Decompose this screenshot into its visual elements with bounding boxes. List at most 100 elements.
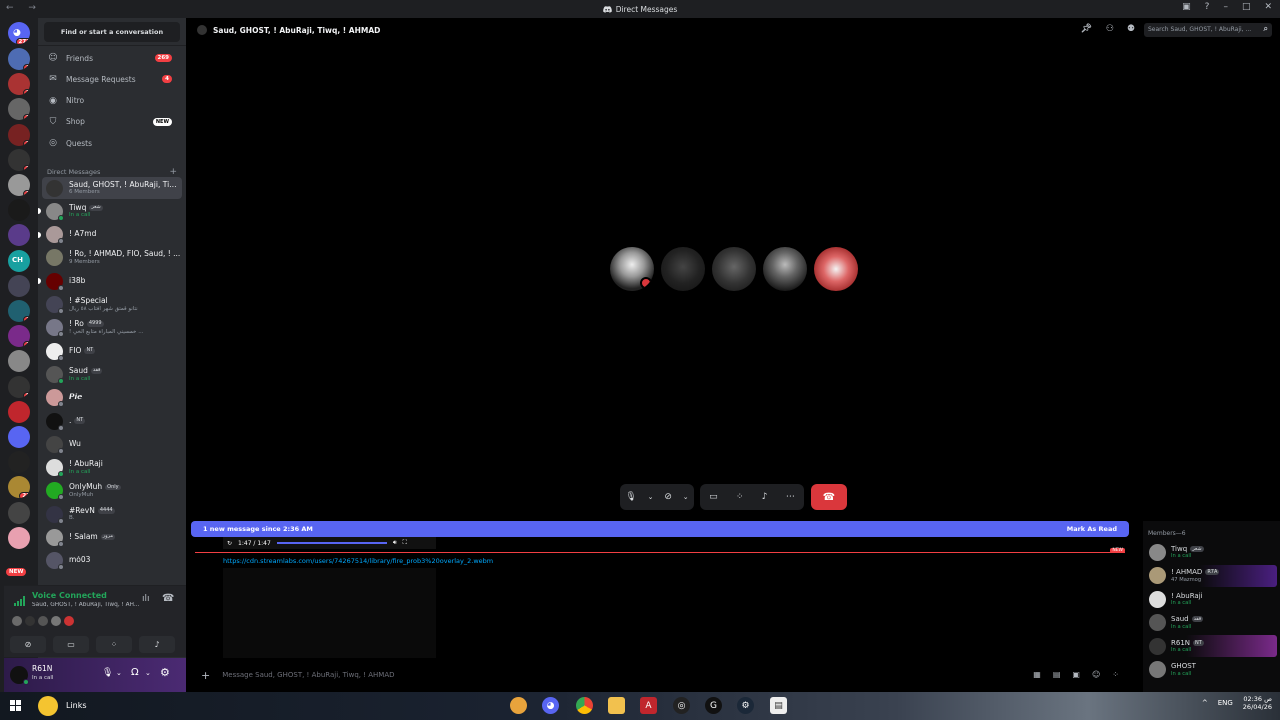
language-indicator[interactable]: ENG <box>1218 699 1233 707</box>
camera-off-icon[interactable]: ⊘ <box>664 492 672 502</box>
call-participant-avatar[interactable] <box>661 247 705 291</box>
app-icon[interactable]: A <box>640 697 657 714</box>
server-icon[interactable]: 3 <box>8 73 30 96</box>
member-item[interactable]: Tiwq شعر In a call <box>1147 541 1277 563</box>
fullscreen-icon[interactable]: ⛶ <box>403 539 407 547</box>
gift-icon[interactable]: ▦ <box>1033 670 1041 679</box>
soundboard-icon[interactable]: ♪ <box>762 492 768 502</box>
search-icon[interactable]: ⌕ <box>1264 24 1268 34</box>
screen-share-button[interactable]: ▭ <box>53 636 89 653</box>
more-icon[interactable]: ⋯ <box>786 492 795 502</box>
disconnect-icon[interactable]: ☎ <box>162 593 174 604</box>
inbox-icon[interactable]: ▣ <box>1182 2 1191 12</box>
chevron-up-icon[interactable]: ^ <box>1202 699 1208 707</box>
server-icon[interactable]: 2 <box>8 123 30 146</box>
maximize-button[interactable]: □ <box>1242 2 1251 12</box>
nav-nitro[interactable]: ◉ Nitro <box>44 91 180 111</box>
server-icon[interactable] <box>8 451 30 474</box>
server-icon[interactable]: 2 <box>8 148 30 171</box>
member-item[interactable]: Saud قفد In a call <box>1147 612 1277 634</box>
windows-start-icon[interactable] <box>10 700 21 711</box>
find-conversation-button[interactable]: Find or start a conversation <box>44 22 180 42</box>
sticker-icon[interactable]: ▣ <box>1072 670 1080 679</box>
server-icon[interactable] <box>8 350 30 373</box>
server-icon[interactable] <box>8 526 30 549</box>
activities-button[interactable]: ⁘ <box>96 636 132 653</box>
headphones-icon[interactable]: Ω <box>131 667 139 678</box>
add-attachment-icon[interactable]: + <box>201 669 210 682</box>
voice-status[interactable]: Voice Connected <box>32 591 107 600</box>
file-explorer-icon[interactable] <box>608 697 625 714</box>
member-item[interactable]: R61N NT In a call <box>1147 635 1277 657</box>
activities-icon[interactable]: ⁘ <box>736 492 744 502</box>
video-embed[interactable] <box>223 568 436 658</box>
members-icon[interactable]: ⚉ <box>1127 24 1135 34</box>
search-input[interactable]: Search Saud, GHOST, ! AbuRaji, ... <box>1144 23 1272 37</box>
server-icon[interactable] <box>8 426 30 448</box>
server-icon[interactable] <box>8 199 30 222</box>
member-item[interactable]: GHOST In a call <box>1147 659 1277 681</box>
server-icon[interactable]: 1 <box>8 325 30 348</box>
server-icon[interactable]: 5 <box>8 375 30 398</box>
call-participant-avatar[interactable] <box>610 247 654 291</box>
dm-item[interactable]: i38b <box>38 270 182 292</box>
close-button[interactable]: ✕ <box>1264 2 1272 12</box>
server-icon[interactable]: 1 <box>8 48 30 70</box>
dm-item[interactable]: ! A7md <box>38 224 182 246</box>
emoji-icon[interactable]: ☺ <box>1092 670 1100 679</box>
nav-quests[interactable]: ◎ Quests <box>44 133 180 153</box>
hang-up-button[interactable]: ☎ <box>811 484 847 510</box>
call-participant-avatar[interactable] <box>814 247 858 291</box>
camera-off-button[interactable]: ⊘ <box>10 636 46 653</box>
server-icon[interactable] <box>8 400 30 423</box>
soundboard-button[interactable]: ♪ <box>139 636 175 653</box>
replay-icon[interactable]: ↻ <box>227 540 232 547</box>
server-icon[interactable] <box>8 501 30 524</box>
app-icon[interactable]: G <box>705 697 722 714</box>
signal-icon[interactable] <box>14 596 26 606</box>
chevron-down-icon[interactable]: ⌄ <box>648 493 654 501</box>
home-button[interactable]: ◕ 273 <box>8 22 30 44</box>
new-messages-banner[interactable]: 1 new message since 2:36 AM Mark As Read <box>191 521 1129 537</box>
gif-icon[interactable]: ▤ <box>1053 670 1061 679</box>
taskbar-search[interactable]: Links <box>66 701 87 710</box>
create-dm-icon[interactable]: + <box>169 167 177 177</box>
server-icon[interactable] <box>8 224 30 247</box>
mark-as-read-button[interactable]: Mark As Read <box>1067 525 1117 533</box>
nav-arrows[interactable]: ← → <box>6 3 42 13</box>
avatar[interactable] <box>10 666 29 685</box>
dm-item[interactable]: OnlyMuh Only OnlyMuh <box>42 480 182 502</box>
server-icon[interactable] <box>8 274 30 297</box>
server-icon[interactable]: 1 <box>8 300 30 322</box>
dm-item[interactable]: . NT <box>42 410 182 432</box>
dm-item[interactable]: Saud, GHOST, ! AbuRaji, Tiw... 6 Members <box>42 177 182 199</box>
app-icon[interactable]: ◎ <box>673 697 690 714</box>
server-icon[interactable]: 3 <box>8 98 30 121</box>
call-participant-avatar[interactable] <box>712 247 756 291</box>
chrome-icon[interactable] <box>576 697 593 714</box>
dm-item[interactable]: ! Ro 4999! خمسيني المباراة متابع الخي ... <box>42 317 182 339</box>
dm-item[interactable]: ! #Special نتانو قمتق شهر افتاب ٥٨ ريال <box>42 294 182 316</box>
clock[interactable]: 02:36 ص 26/04/26 <box>1243 695 1272 712</box>
dm-item[interactable]: ! Ro, ! AHMAD, FIO, Saud, ! ... 9 Members <box>42 247 182 269</box>
chevron-down-icon[interactable]: ⌄ <box>116 669 122 677</box>
username[interactable]: R61N <box>32 664 52 673</box>
dm-item[interactable]: FIO NT <box>42 340 182 362</box>
app-icon[interactable] <box>510 697 527 714</box>
message-link[interactable]: https://cdn.streamlabs.com/users/7426751… <box>223 557 493 565</box>
dm-item[interactable]: Wu <box>42 433 182 455</box>
dm-item[interactable]: Saud قفد In a call <box>42 363 182 385</box>
nav-friends[interactable]: ☺ Friends 269 <box>44 48 180 68</box>
discord-taskbar-icon[interactable]: ◕ <box>542 697 559 714</box>
search-highlight-icon[interactable] <box>38 696 58 716</box>
dm-item[interactable]: ! Salam مرور <box>42 527 182 549</box>
gear-icon[interactable]: ⚙ <box>160 666 170 679</box>
dm-item[interactable]: 𝙋𝙞𝙚 <box>42 387 182 409</box>
steam-icon[interactable]: ⚙ <box>737 697 754 714</box>
microphone-icon[interactable]: 🎙︎ <box>102 668 113 678</box>
minimize-button[interactable]: – <box>1223 2 1228 12</box>
server-icon[interactable]: CH <box>8 249 30 272</box>
help-icon[interactable]: ? <box>1205 2 1210 12</box>
notepad-icon[interactable]: ▤ <box>770 697 787 714</box>
nav-message-requests[interactable]: ✉ Message Requests 4 <box>44 69 180 89</box>
